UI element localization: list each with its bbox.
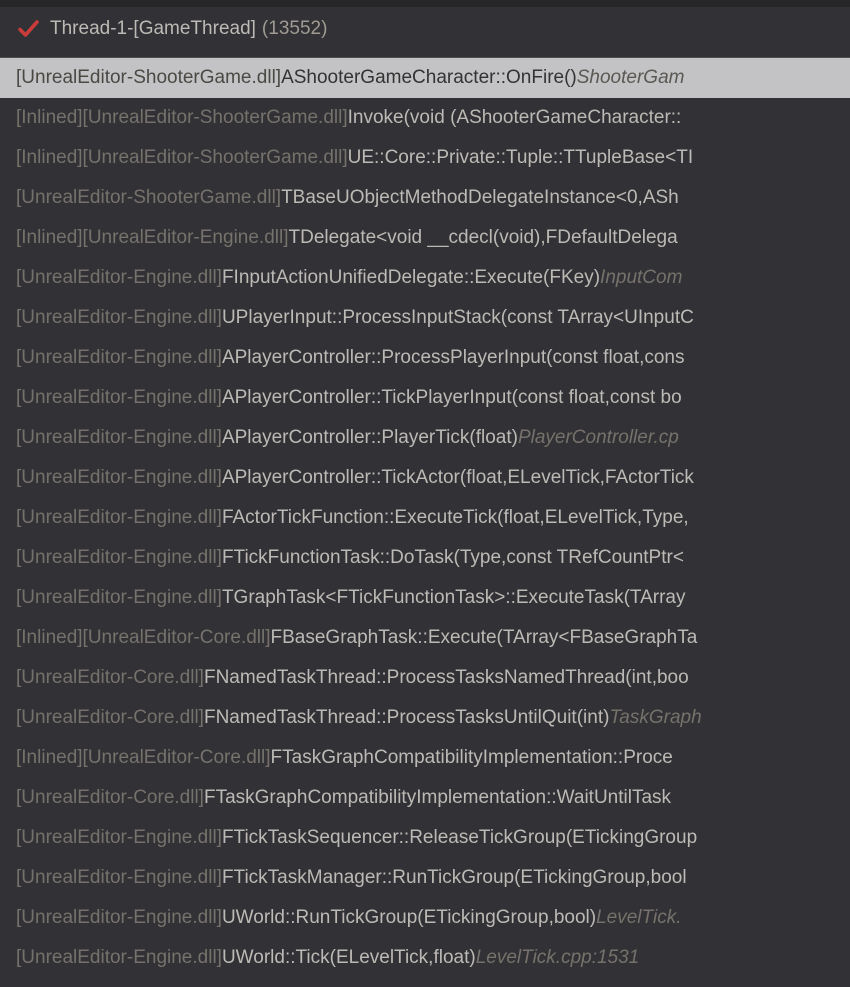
frame-source: InputCom	[600, 258, 682, 298]
frame-module: [UnrealEditor-ShooterGame.dll]	[83, 98, 348, 138]
frame-function: AShooterGameCharacter::OnFire()	[281, 58, 577, 98]
frame-function: TGraphTask<FTickFunctionTask>::ExecuteTa…	[222, 578, 686, 618]
frame-module: [UnrealEditor-Core.dll]	[16, 778, 204, 818]
frame-module: [UnrealEditor-ShooterGame.dll]	[16, 58, 281, 98]
frame-module: [UnrealEditor-Engine.dll]	[16, 538, 222, 578]
stack-frame[interactable]: [Inlined] [UnrealEditor-Core.dll] FBaseG…	[0, 618, 850, 658]
frame-module: [UnrealEditor-Core.dll]	[83, 738, 271, 778]
frame-function: FTickFunctionTask::DoTask(Type,const TRe…	[222, 538, 684, 578]
frame-function: TDelegate<void __cdecl(void),FDefaultDel…	[289, 218, 678, 258]
stack-frame[interactable]: [UnrealEditor-Engine.dll] FTickTaskManag…	[0, 858, 850, 898]
frame-source: ShooterGam	[577, 58, 685, 98]
frame-function: APlayerController::ProcessPlayerInput(co…	[222, 338, 685, 378]
frame-module: [UnrealEditor-Engine.dll]	[16, 458, 222, 498]
frame-source: PlayerController.cp	[518, 418, 679, 458]
tab-strip	[0, 0, 850, 7]
frame-module: [UnrealEditor-Engine.dll]	[16, 898, 222, 938]
stack-frame[interactable]: [UnrealEditor-Core.dll] FNamedTaskThread…	[0, 658, 850, 698]
frame-module: [UnrealEditor-Engine.dll]	[16, 578, 222, 618]
frame-function: FTickTaskManager::RunTickGroup(ETickingG…	[222, 858, 687, 898]
frame-module: [UnrealEditor-Engine.dll]	[16, 938, 222, 978]
thread-id: (13552)	[262, 18, 328, 40]
frame-function: TBaseUObjectMethodDelegateInstance<0,ASh	[281, 178, 679, 218]
thread-header[interactable]: Thread-1-[GameThread] (13552)	[0, 0, 850, 58]
frame-module: [UnrealEditor-Engine.dll]	[16, 818, 222, 858]
frame-function: FTickTaskSequencer::ReleaseTickGroup(ETi…	[222, 818, 697, 858]
frame-function: FInputActionUnifiedDelegate::Execute(FKe…	[222, 258, 600, 298]
inlined-tag: [Inlined]	[16, 618, 83, 658]
stack-frame[interactable]: [Inlined] [UnrealEditor-ShooterGame.dll]…	[0, 98, 850, 138]
stack-frame[interactable]: [UnrealEditor-Engine.dll] FInputActionUn…	[0, 258, 850, 298]
frame-source: LevelTick.	[596, 898, 681, 938]
frame-function: FActorTickFunction::ExecuteTick(float,EL…	[222, 498, 689, 538]
frame-function: UWorld::RunTickGroup(ETickingGroup,bool)	[222, 898, 596, 938]
stack-frame[interactable]: [Inlined] [UnrealEditor-Engine.dll] TDel…	[0, 218, 850, 258]
frame-module: [UnrealEditor-ShooterGame.dll]	[83, 138, 348, 178]
inlined-tag: [Inlined]	[16, 98, 83, 138]
stack-frame[interactable]: [UnrealEditor-Engine.dll] FTickTaskSeque…	[0, 818, 850, 858]
stack-frame[interactable]: [UnrealEditor-Engine.dll] UWorld::RunTic…	[0, 898, 850, 938]
stack-frame[interactable]: [UnrealEditor-Engine.dll] APlayerControl…	[0, 458, 850, 498]
stack-frame[interactable]: [UnrealEditor-Engine.dll] APlayerControl…	[0, 338, 850, 378]
inlined-tag: [Inlined]	[16, 738, 83, 778]
frame-module: [UnrealEditor-Engine.dll]	[16, 258, 222, 298]
stack-frame[interactable]: [UnrealEditor-Engine.dll] APlayerControl…	[0, 418, 850, 458]
frame-function: FTaskGraphCompatibilityImplementation::P…	[271, 738, 673, 778]
frame-function: UE::Core::Private::Tuple::TTupleBase<TI	[348, 138, 693, 178]
frame-function: APlayerController::TickPlayerInput(const…	[222, 378, 682, 418]
frame-function: APlayerController::TickActor(float,ELeve…	[222, 458, 694, 498]
frame-function: FBaseGraphTask::Execute(TArray<FBaseGrap…	[271, 618, 698, 658]
frame-module: [UnrealEditor-Engine.dll]	[16, 298, 222, 338]
inlined-tag: [Inlined]	[16, 218, 83, 258]
frame-module: [UnrealEditor-ShooterGame.dll]	[16, 178, 281, 218]
frame-function: UPlayerInput::ProcessInputStack(const TA…	[222, 298, 694, 338]
frame-module: [UnrealEditor-Engine.dll]	[16, 498, 222, 538]
stack-frame[interactable]: [UnrealEditor-Engine.dll] FTickFunctionT…	[0, 538, 850, 578]
frame-function: Invoke(void (AShooterGameCharacter::	[348, 98, 682, 138]
frame-function: FNamedTaskThread::ProcessTasksUntilQuit(…	[204, 698, 609, 738]
stack-frame[interactable]: [UnrealEditor-Engine.dll] APlayerControl…	[0, 378, 850, 418]
stack-frame[interactable]: [UnrealEditor-Engine.dll] TGraphTask<FTi…	[0, 578, 850, 618]
stack-frame[interactable]: [Inlined] [UnrealEditor-Core.dll] FTaskG…	[0, 738, 850, 778]
callstack-list: [UnrealEditor-ShooterGame.dll] AShooterG…	[0, 58, 850, 978]
frame-module: [UnrealEditor-Core.dll]	[83, 618, 271, 658]
frame-module: [UnrealEditor-Engine.dll]	[16, 418, 222, 458]
frame-function: FTaskGraphCompatibilityImplementation::W…	[204, 778, 671, 818]
stack-frame[interactable]: [Inlined] [UnrealEditor-ShooterGame.dll]…	[0, 138, 850, 178]
stack-frame[interactable]: [UnrealEditor-Engine.dll] UPlayerInput::…	[0, 298, 850, 338]
stack-frame[interactable]: [UnrealEditor-Engine.dll] FActorTickFunc…	[0, 498, 850, 538]
frame-module: [UnrealEditor-Engine.dll]	[16, 338, 222, 378]
frame-function: APlayerController::PlayerTick(float)	[222, 418, 518, 458]
frame-module: [UnrealEditor-Engine.dll]	[16, 858, 222, 898]
stack-frame[interactable]: [UnrealEditor-Engine.dll] UWorld::Tick(E…	[0, 938, 850, 978]
frame-module: [UnrealEditor-Core.dll]	[16, 698, 204, 738]
frame-function: UWorld::Tick(ELevelTick,float)	[222, 938, 476, 978]
stack-frame[interactable]: [UnrealEditor-Core.dll] FNamedTaskThread…	[0, 698, 850, 738]
stack-frame[interactable]: [UnrealEditor-ShooterGame.dll] AShooterG…	[0, 58, 850, 98]
inlined-tag: [Inlined]	[16, 138, 83, 178]
frame-source: TaskGraph	[609, 698, 701, 738]
stack-frame[interactable]: [UnrealEditor-ShooterGame.dll] TBaseUObj…	[0, 178, 850, 218]
thread-name: Thread-1-[GameThread]	[50, 18, 256, 40]
frame-module: [UnrealEditor-Core.dll]	[16, 658, 204, 698]
frame-source: LevelTick.cpp:1531	[476, 938, 640, 978]
check-icon	[16, 17, 40, 41]
frame-function: FNamedTaskThread::ProcessTasksNamedThrea…	[204, 658, 689, 698]
frame-module: [UnrealEditor-Engine.dll]	[16, 378, 222, 418]
stack-frame[interactable]: [UnrealEditor-Core.dll] FTaskGraphCompat…	[0, 778, 850, 818]
frame-module: [UnrealEditor-Engine.dll]	[83, 218, 289, 258]
